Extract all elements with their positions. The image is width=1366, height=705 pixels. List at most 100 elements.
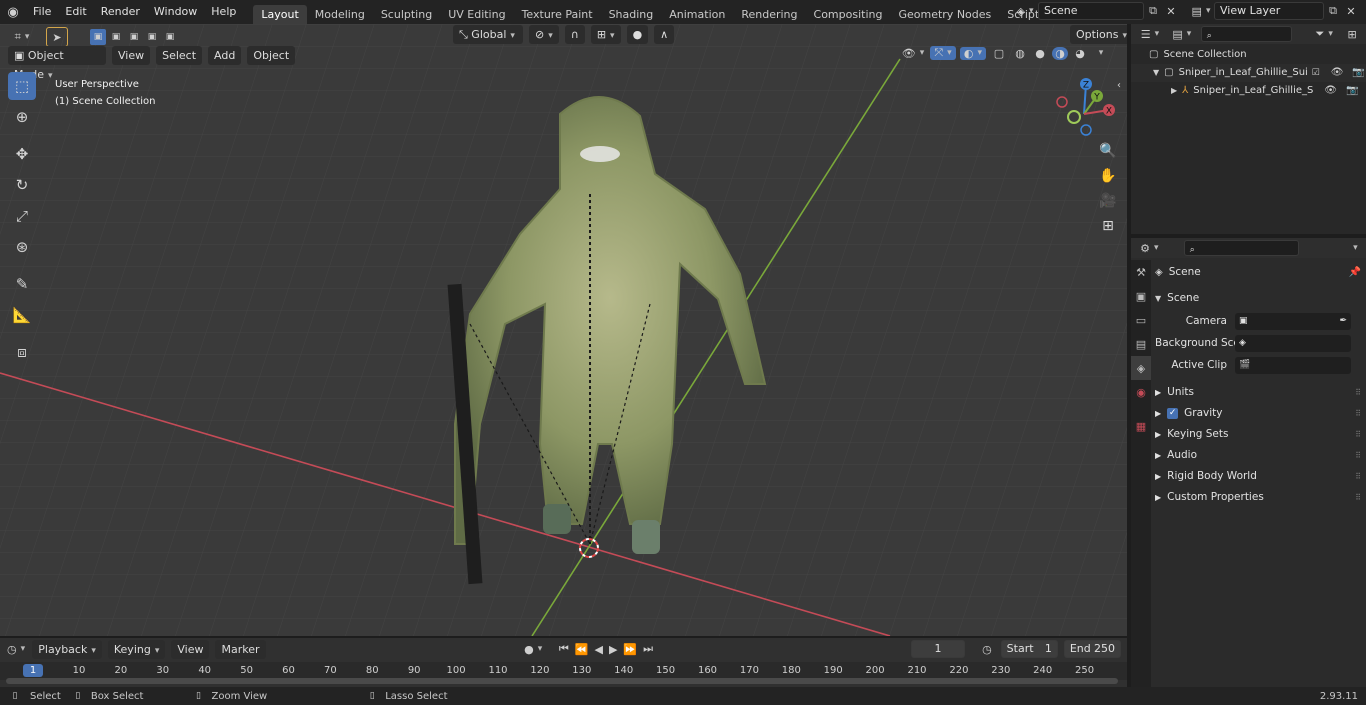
- outliner-row-armature[interactable]: ▶ ⅄ Sniper_in_Leaf_Ghillie_Su 👁 📷: [1131, 82, 1366, 100]
- scale-tool-icon[interactable]: ⤢: [8, 202, 36, 230]
- play-reverse-icon[interactable]: ◀: [594, 643, 602, 656]
- display-mode-icon[interactable]: ▤: [1169, 28, 1195, 41]
- end-frame-field[interactable]: End 250: [1063, 640, 1121, 658]
- drag-handle-icon[interactable]: ⠿: [1355, 382, 1361, 403]
- tab-animation[interactable]: Animation: [661, 5, 733, 24]
- subpanel-rigid-body-world[interactable]: ▶ Rigid Body World ⠿: [1155, 466, 1361, 487]
- jump-to-keyframe-back-icon[interactable]: ⏪: [575, 643, 589, 656]
- play-icon[interactable]: ▶: [609, 643, 617, 656]
- transform-tool-icon[interactable]: ⊛: [8, 233, 36, 261]
- render-tab-icon[interactable]: ▣: [1131, 284, 1151, 308]
- menu-select[interactable]: Select: [156, 46, 203, 65]
- camera-field[interactable]: ▣ ✒: [1235, 313, 1351, 330]
- start-frame-field[interactable]: Start 1: [1000, 640, 1058, 658]
- editor-type-icon[interactable]: ⌗: [8, 28, 36, 46]
- jump-to-end-icon[interactable]: ⏭: [643, 642, 653, 656]
- subpanel-audio[interactable]: ▶ Audio ⠿: [1155, 445, 1361, 466]
- drag-handle-icon[interactable]: ⠿: [1355, 466, 1361, 487]
- menu-keying[interactable]: Keying: [107, 639, 166, 659]
- subpanel-gravity[interactable]: ▶ ✓ Gravity ⠿: [1155, 403, 1361, 424]
- properties-editor-icon[interactable]: ⚙: [1137, 242, 1162, 255]
- outliner-row-collection[interactable]: ▼ ▢ Sniper_in_Leaf_Ghillie_Suit_T_ ☑ 👁 📷: [1131, 64, 1366, 82]
- xray-toggle-icon[interactable]: ▢: [990, 47, 1008, 60]
- mode-invert-icon[interactable]: ▣: [144, 29, 160, 45]
- drag-handle-icon[interactable]: ⠿: [1355, 445, 1361, 466]
- world-tab-icon[interactable]: ◉: [1131, 380, 1151, 404]
- eyedropper-icon[interactable]: ✒: [1339, 311, 1347, 332]
- tool-tab-icon[interactable]: ⚒: [1131, 260, 1151, 284]
- tab-shading[interactable]: Shading: [601, 5, 662, 24]
- gravity-checkbox-icon[interactable]: ✓: [1167, 408, 1179, 419]
- tab-sculpting[interactable]: Sculpting: [373, 5, 440, 24]
- preview-range-icon[interactable]: ◷: [979, 643, 995, 656]
- active-clip-field[interactable]: 🎬: [1235, 357, 1351, 374]
- menu-timeline-view[interactable]: View: [171, 639, 210, 659]
- mode-set-icon[interactable]: ▣: [90, 29, 106, 45]
- render-camera-icon[interactable]: 📷: [1352, 64, 1364, 82]
- menu-help[interactable]: Help: [204, 0, 243, 24]
- expand-arrow-icon[interactable]: ▶: [1171, 82, 1177, 100]
- scene-icon[interactable]: ◈: [1012, 5, 1038, 18]
- drag-handle-icon[interactable]: ⠿: [1355, 487, 1361, 508]
- gizmo-toggle-icon[interactable]: ⤧: [930, 46, 956, 60]
- delete-scene-icon[interactable]: ✕: [1162, 5, 1180, 18]
- navigation-gizmo[interactable]: Z Y X: [1052, 76, 1122, 138]
- gizmo-neg-y-icon[interactable]: [1067, 110, 1081, 124]
- wireframe-shading-icon[interactable]: ◍: [1012, 47, 1028, 60]
- move-tool-icon[interactable]: ✥: [8, 140, 36, 168]
- viewport-scene[interactable]: [0, 24, 1127, 636]
- render-camera-icon[interactable]: 📷: [1346, 82, 1358, 100]
- outliner-row-scene-collection[interactable]: ▢ Scene Collection: [1131, 46, 1366, 64]
- expand-arrow-icon[interactable]: ▼: [1153, 64, 1159, 82]
- view-layer-tab-icon[interactable]: ▤: [1131, 332, 1151, 356]
- snap-target-dropdown[interactable]: ⊞: [590, 25, 621, 44]
- pan-hand-icon[interactable]: ✋: [1096, 164, 1120, 188]
- proportional-edit-icon[interactable]: ●: [626, 25, 649, 44]
- ortho-toggle-icon[interactable]: ⊞: [1096, 214, 1120, 238]
- tab-rendering[interactable]: Rendering: [733, 5, 805, 24]
- outliner-search-input[interactable]: ⌕: [1200, 26, 1293, 42]
- auto-keying-icon[interactable]: ●: [522, 643, 545, 656]
- drag-handle-icon[interactable]: ⠿: [1355, 424, 1361, 445]
- menu-render[interactable]: Render: [94, 0, 147, 24]
- pivot-point-dropdown[interactable]: ⊘: [529, 25, 559, 44]
- visibility-eye-icon[interactable]: 👁: [1324, 82, 1337, 100]
- exclude-checkbox-icon[interactable]: ☑: [1312, 64, 1320, 82]
- scene-tab-icon[interactable]: ◈: [1131, 356, 1151, 380]
- falloff-icon[interactable]: ∧: [654, 25, 675, 44]
- tab-compositing[interactable]: Compositing: [806, 5, 891, 24]
- menu-object[interactable]: Object: [247, 46, 296, 65]
- tab-modeling[interactable]: Modeling: [307, 5, 373, 24]
- solid-shading-icon[interactable]: ●: [1032, 47, 1048, 60]
- drag-handle-icon[interactable]: ⠿: [1355, 403, 1361, 424]
- rotate-tool-icon[interactable]: ↻: [8, 171, 36, 199]
- select-tool-icon[interactable]: ➤: [46, 27, 68, 47]
- timeline-scrollbar[interactable]: [6, 678, 1118, 684]
- add-cube-tool-icon[interactable]: ⧈: [8, 338, 36, 366]
- scene-name-field[interactable]: Scene: [1038, 2, 1144, 20]
- texture-tab-icon[interactable]: ▦: [1131, 414, 1151, 438]
- menu-marker[interactable]: Marker: [215, 639, 266, 659]
- jump-to-start-icon[interactable]: ⏮: [559, 642, 569, 656]
- new-scene-icon[interactable]: ⧉: [1144, 4, 1162, 18]
- current-frame-marker[interactable]: 1: [23, 664, 43, 677]
- options-dropdown[interactable]: Options: [1070, 25, 1127, 44]
- mode-intersect-icon[interactable]: ▣: [162, 29, 178, 45]
- camera-view-icon[interactable]: 🎥: [1096, 189, 1120, 213]
- menu-playback[interactable]: Playback: [32, 639, 102, 659]
- background-scene-field[interactable]: ◈: [1235, 335, 1351, 352]
- shading-options-icon[interactable]: [1092, 48, 1106, 58]
- timeline-editor-icon[interactable]: ◷: [6, 643, 26, 656]
- gizmo-neg-z-icon[interactable]: [1080, 124, 1092, 136]
- overlays-toggle-icon[interactable]: ◐: [960, 46, 986, 60]
- visibility-icon[interactable]: 👁: [900, 47, 926, 60]
- mode-extend-icon[interactable]: ▣: [108, 29, 124, 45]
- subpanel-units[interactable]: ▶ Units ⠿: [1155, 382, 1361, 403]
- outliner-editor-icon[interactable]: ☰: [1137, 28, 1163, 41]
- menu-add[interactable]: Add: [208, 46, 242, 65]
- pin-icon[interactable]: 📌: [1349, 262, 1361, 283]
- tab-layout[interactable]: Layout: [253, 4, 307, 24]
- subpanel-keying-sets[interactable]: ▶ Keying Sets ⠿: [1155, 424, 1361, 445]
- scene-panel-header[interactable]: ▼ Scene: [1155, 288, 1361, 309]
- blender-logo-icon[interactable]: ◉: [0, 0, 26, 24]
